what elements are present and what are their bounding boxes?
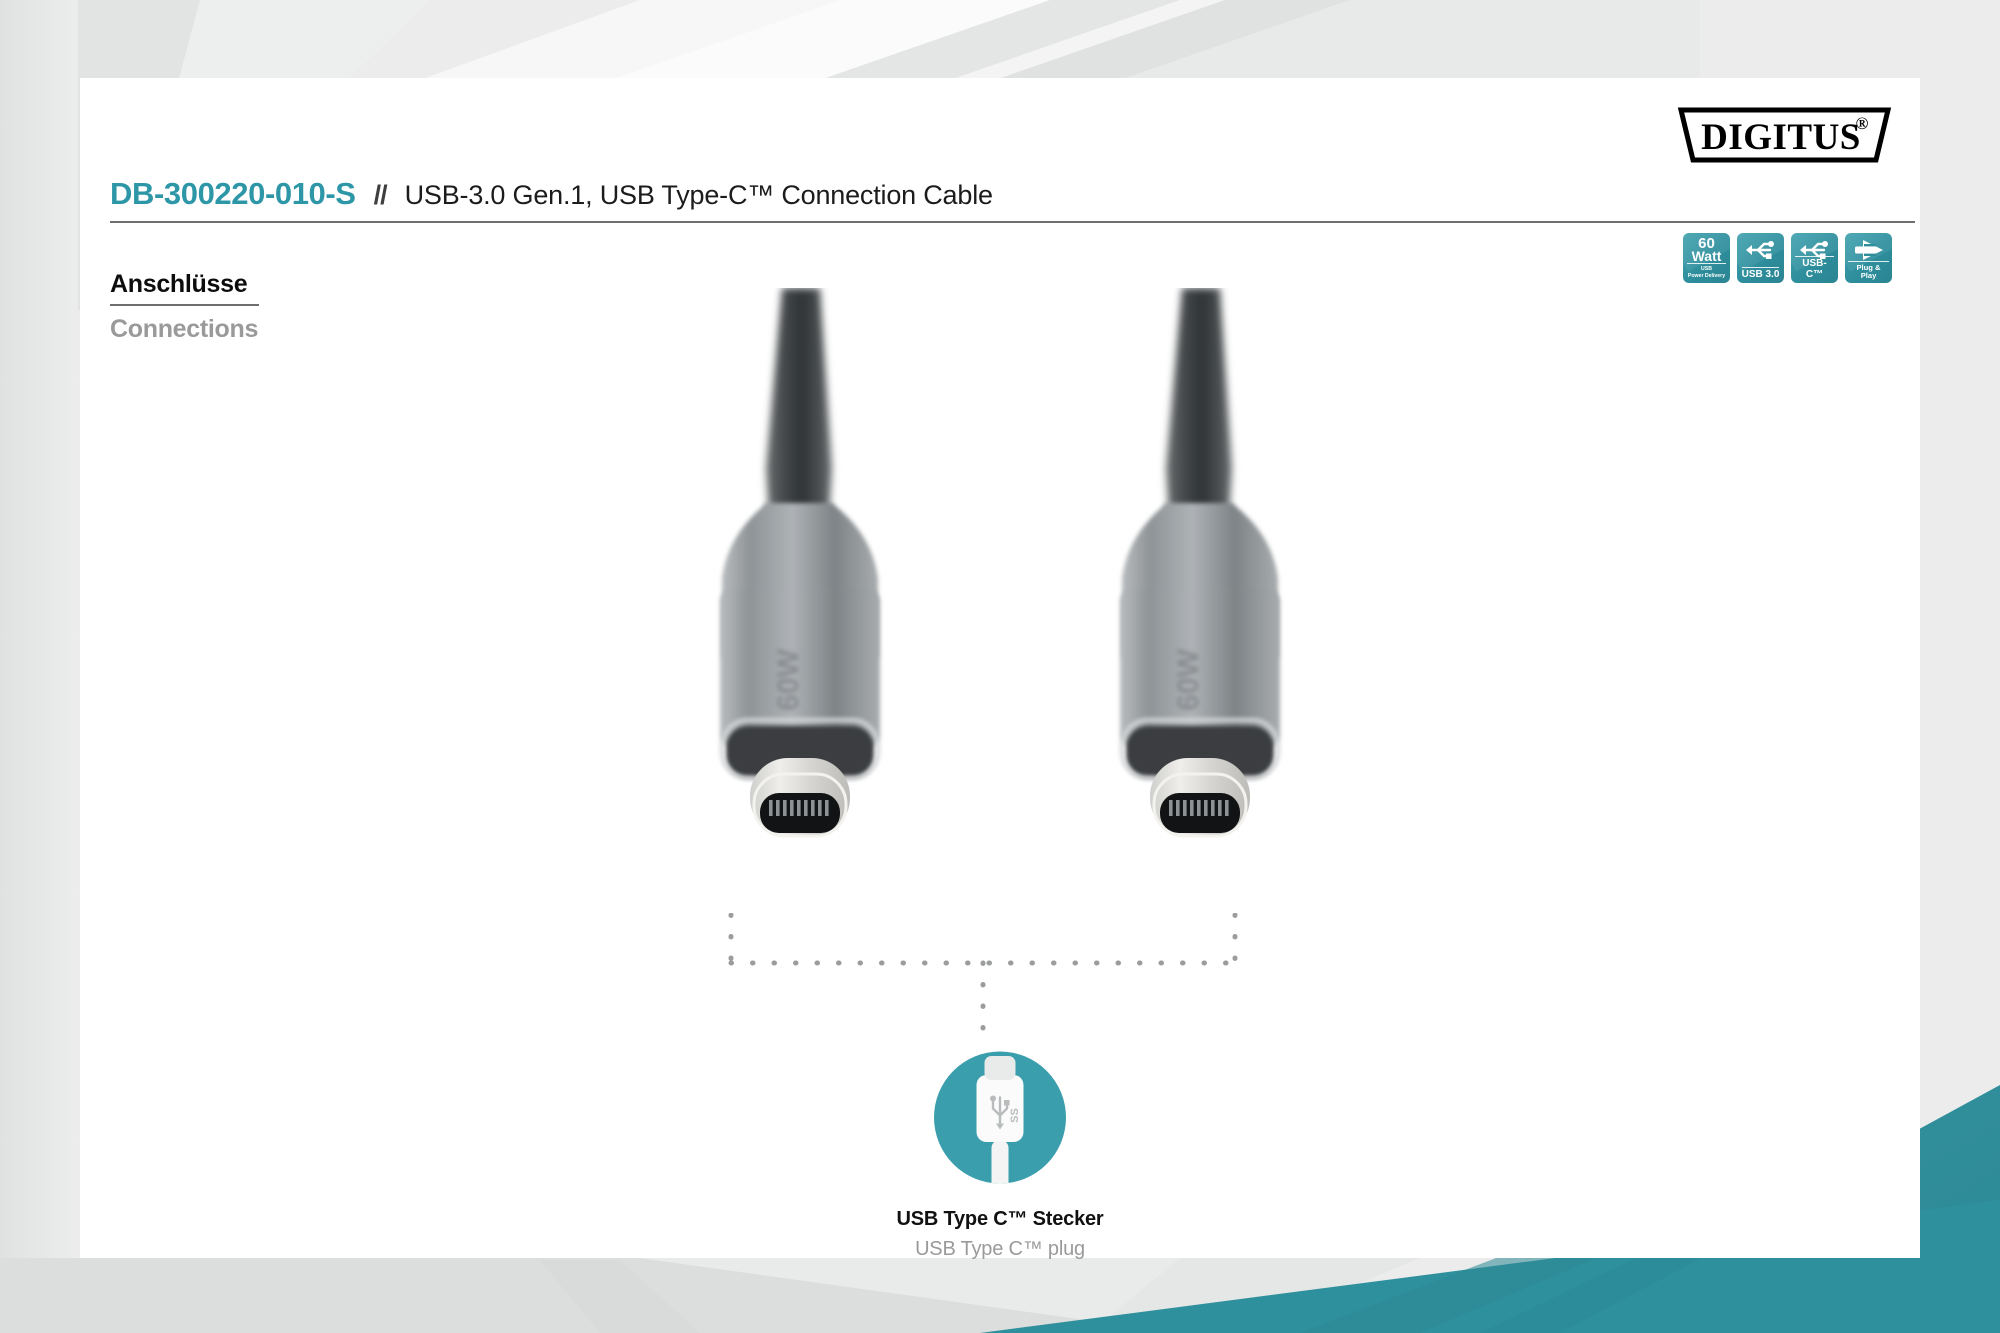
usbc-label: USB-C™ [1795, 256, 1834, 283]
power-delivery-line2: Power Delivery [1687, 272, 1726, 279]
digitus-logo-mark: DIGITUS ® [1677, 107, 1892, 163]
usbc-badge: USB-C™ [1791, 233, 1838, 283]
usb-type-c-plug-graphic: SS [934, 1051, 1066, 1184]
registered-mark-icon: ® [1856, 114, 1869, 133]
callout-caption: USB Type C™ Stecker USB Type C™ plug [80, 1208, 1920, 1261]
power-delivery-badge: 60 Watt USB Power Delivery [1683, 233, 1730, 283]
usb-c-connector-left: 60W [670, 288, 930, 888]
usb-c-connector-left-graphic: 60W [720, 288, 880, 838]
digitus-logo: DIGITUS ® [1677, 106, 1892, 168]
callout-label-de: USB Type C™ Stecker [896, 1208, 1104, 1230]
usb30-label: USB 3.0 [1741, 266, 1780, 284]
connector-marking: 60W [1172, 648, 1205, 710]
page-card: DIGITUS ® DB-300220-010-S // USB-3.0 Gen… [80, 78, 1920, 1261]
usb30-badge: USB 3.0 [1737, 233, 1784, 283]
plug-play-icon [1853, 238, 1885, 262]
title-divider [110, 221, 1915, 223]
usb-c-connector-right: 60W [1070, 288, 1330, 888]
product-image: 60W 60W [80, 288, 1920, 928]
power-delivery-line1: USB [1687, 263, 1726, 273]
product-sku: DB-300220-010-S [110, 176, 356, 211]
title-separator: // [373, 180, 388, 210]
power-delivery-sublabel: USB Power Delivery [1683, 261, 1730, 283]
usb-type-c-plug-icon: SS [923, 1040, 1078, 1195]
product-title: USB-3.0 Gen.1, USB Type-C™ Connection Ca… [404, 180, 993, 210]
usb-c-connector-right-graphic: 60W [1120, 288, 1280, 838]
feature-badges: 60 Watt USB Power Delivery USB 3.0 USB-C… [1683, 233, 1892, 283]
plug-and-play-label: Plug & Play [1848, 261, 1889, 283]
usb-trident-icon [1744, 239, 1778, 261]
callout-label-en: USB Type C™ plug [915, 1238, 1085, 1260]
superspeed-marking: SS [1009, 1108, 1021, 1123]
watt-value-group: 60 Watt [1683, 236, 1730, 263]
plug-and-play-badge: Plug & Play [1845, 233, 1892, 283]
digitus-logo-text: DIGITUS [1701, 117, 1861, 158]
connector-marking: 60W [772, 648, 805, 710]
page-title: DB-300220-010-S // USB-3.0 Gen.1, USB Ty… [110, 176, 1890, 212]
